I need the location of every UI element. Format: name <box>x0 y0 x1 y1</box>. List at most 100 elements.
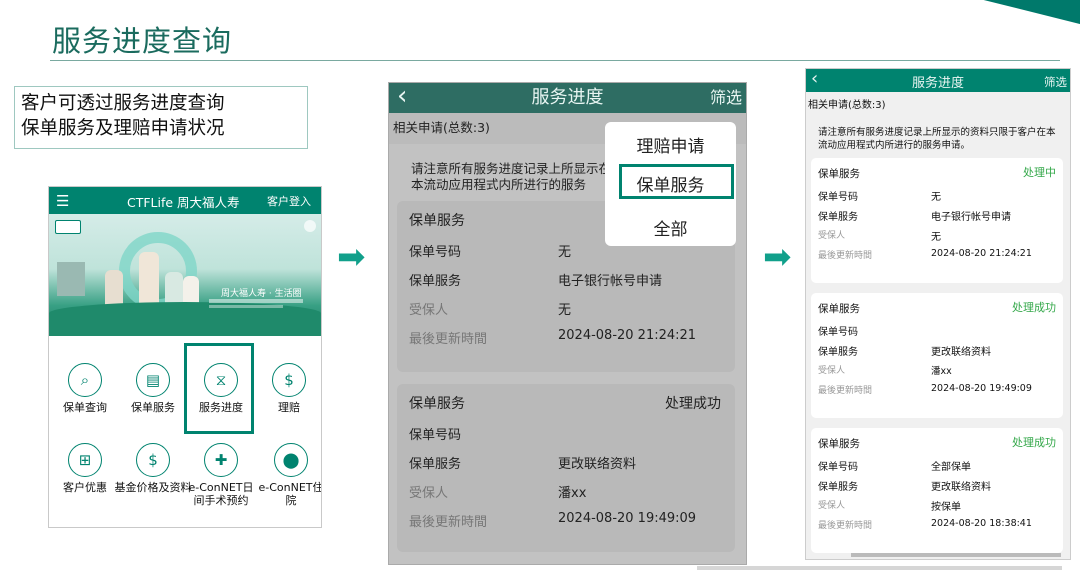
status-badge: 处理成功 <box>1012 436 1056 449</box>
row-value: 2024-08-20 21:24:21 <box>931 248 1032 259</box>
document-icon: ▤ <box>136 363 170 397</box>
banner-subtext <box>209 305 283 308</box>
row-value: 电子银行帐号申请 <box>558 274 663 289</box>
progress-card[interactable]: 保单服务 处理中 保单号码无 保单服务 电子银行帐号申请 受保人无 最後更新時間 20… <box>811 158 1063 283</box>
row-label: 受保人 <box>818 231 846 241</box>
service-hospitalization[interactable]: ⬤ e-ConNET住院 <box>255 443 322 507</box>
service-label: 理赔 <box>278 401 300 414</box>
service-day-surgery[interactable]: ✚ e-ConNET日间手术预约 <box>185 443 257 507</box>
pause-icon[interactable] <box>304 220 316 232</box>
row-value: 潘xx <box>558 486 587 501</box>
selected-highlight <box>619 164 734 199</box>
brand-name: CTFLife 周大福人寿 <box>127 195 240 210</box>
service-label: e-ConNET日间手术预约 <box>188 481 254 507</box>
service-fund-prices[interactable]: $ 基金价格及资料 <box>113 443 193 494</box>
row-label: 最後更新時間 <box>818 251 873 261</box>
result-header: ‹ 服务进度 筛选 <box>806 69 1070 92</box>
title-divider <box>50 60 1060 61</box>
row-value: 2024-08-20 19:49:09 <box>931 383 1032 394</box>
service-policy-service[interactable]: ▤ 保单服务 <box>117 363 189 414</box>
location-pin-icon: ⬤ <box>274 443 308 477</box>
footer-text <box>851 553 1061 557</box>
row-value: 无 <box>931 232 941 243</box>
row-label: 保单号码 <box>409 428 462 443</box>
flow-arrow-icon: ➡ <box>337 237 366 277</box>
description-line-1: 客户可透过服务进度查询 <box>21 93 225 114</box>
card-type: 保单服务 <box>818 438 860 450</box>
screen-title: 服务进度 <box>531 87 604 108</box>
filter-button[interactable]: 筛选 <box>710 83 742 113</box>
progress-filter-screen: ‹ 服务进度 筛选 相关申请(总数:3) 请注意所有服务进度记录上所显示在本流动… <box>388 82 747 565</box>
row-value: 按保单 <box>931 502 961 513</box>
service-policy-inquiry[interactable]: ⌕ 保单查询 <box>49 363 121 414</box>
filter-button[interactable]: 筛选 <box>1044 74 1067 90</box>
menu-icon[interactable]: ☰ <box>56 192 69 210</box>
row-value: 无 <box>558 245 572 260</box>
gift-icon: ⊞ <box>68 443 102 477</box>
promo-banner[interactable]: 周大福人寿 · 生活圈 <box>49 214 321 336</box>
service-claims[interactable]: $ 理赔 <box>253 363 321 414</box>
service-label: 基金价格及资料 <box>114 481 192 494</box>
row-label: 最後更新時間 <box>409 332 488 347</box>
screen-title: 服务进度 <box>911 76 964 91</box>
row-value: 更改联络资料 <box>931 482 991 493</box>
filter-option-all[interactable]: 全部 <box>605 215 736 240</box>
card-type: 保单服务 <box>409 213 465 229</box>
corner-accent <box>965 0 1080 27</box>
calendar-icon: ✚ <box>204 443 238 477</box>
service-label: 客户优惠 <box>63 481 107 494</box>
progress-card[interactable]: 保单服务 处理成功 保单号码 保单服务 更改联络资料 受保人 潘xx 最後更新時間 20… <box>397 384 735 552</box>
login-link[interactable]: 客户登入 <box>267 193 311 209</box>
banner-subtext <box>209 299 303 303</box>
row-value: 更改联络资料 <box>931 347 991 358</box>
row-label: 受保人 <box>818 366 846 376</box>
progress-result-screen: ‹ 服务进度 筛选 相关申请(总数:3) 请注意所有服务进度记录上所显示的资料只… <box>805 68 1071 560</box>
row-label: 最後更新時間 <box>818 386 873 396</box>
row-label: 受保人 <box>409 486 449 501</box>
row-value: 2024-08-20 21:24:21 <box>558 328 697 343</box>
service-offers[interactable]: ⊞ 客户优惠 <box>49 443 121 494</box>
row-label: 保单号码 <box>818 192 858 203</box>
skyline-graphic <box>57 262 85 296</box>
row-label: 保单服务 <box>818 347 858 358</box>
row-value: 无 <box>558 303 572 318</box>
filter-option-claims[interactable]: 理赔申请 <box>605 132 736 157</box>
service-label: e-ConNET住院 <box>258 481 322 507</box>
status-badge: 处理成功 <box>665 396 721 412</box>
row-label: 受保人 <box>818 501 846 511</box>
card-type: 保单服务 <box>818 303 860 315</box>
highlight-box <box>184 343 254 434</box>
page-indicator <box>179 520 195 527</box>
row-label: 保单服务 <box>818 482 858 493</box>
card-type: 保单服务 <box>409 396 465 412</box>
row-value: 电子银行帐号申请 <box>931 212 1011 223</box>
row-label: 保单号码 <box>818 462 858 473</box>
status-badge: 处理成功 <box>1012 301 1056 314</box>
home-header: ☰ CTFLife 周大福人寿 客户登入 <box>49 187 321 214</box>
total-count: 相关申请(总数:3) <box>808 100 886 111</box>
service-label: 保单服务 <box>131 401 175 414</box>
progress-card[interactable]: 保单服务 处理成功 保单号码 保单服务 更改联络资料 受保人 潘xx 最後更新時間 20… <box>811 293 1063 418</box>
row-label: 保单号码 <box>409 245 462 260</box>
row-value: 全部保单 <box>931 462 971 473</box>
row-value: 2024-08-20 18:38:41 <box>931 518 1032 529</box>
row-value: 潘xx <box>931 366 952 377</box>
row-label: 受保人 <box>409 303 449 318</box>
filter-popup: 理赔申请 保单服务 全部 <box>605 122 736 246</box>
magnifier-icon: ⌕ <box>68 363 102 397</box>
row-value: 更改联络资料 <box>558 457 637 472</box>
row-label: 保单服务 <box>409 274 462 289</box>
description-box: 客户可透过服务进度查询 保单服务及理赔申请状况 <box>14 86 308 149</box>
dollar-coin-icon: $ <box>136 443 170 477</box>
description-line-2: 保单服务及理赔申请状况 <box>21 118 225 139</box>
banner-slogan: 周大福人寿 · 生活圈 <box>221 289 302 299</box>
progress-header: ‹ 服务进度 筛选 <box>389 83 746 113</box>
row-value: 2024-08-20 19:49:09 <box>558 511 697 526</box>
notice-text: 请注意所有服务进度记录上所显示在本流动应用程式内所进行的服务 <box>411 161 612 192</box>
card-type: 保单服务 <box>818 168 860 180</box>
shield-dollar-icon: $ <box>272 363 306 397</box>
home-screen: ☰ CTFLife 周大福人寿 客户登入 周大福人寿 · 生活圈 ⌕ 保单查询 … <box>48 186 322 528</box>
row-label: 最後更新時間 <box>409 515 488 530</box>
progress-card[interactable]: 保单服务 处理成功 保单号码 全部保单 保单服务 更改联络资料 受保人 按保单 最後更新… <box>811 428 1063 553</box>
row-label: 最後更新時間 <box>818 521 873 531</box>
